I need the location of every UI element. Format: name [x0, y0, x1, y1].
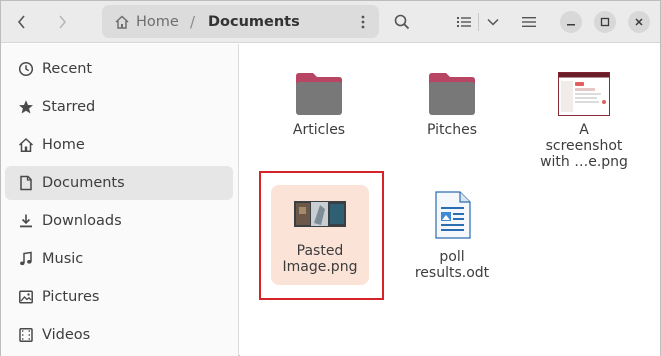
sidebar-item-home[interactable]: Home: [5, 128, 233, 162]
file-item-screenshot-png[interactable]: A screenshot with …e.png: [529, 72, 639, 170]
view-options-button[interactable]: [478, 7, 507, 37]
download-icon: [17, 212, 35, 230]
sidebar-item-recent[interactable]: Recent: [5, 52, 233, 86]
sidebar-item-pictures[interactable]: Pictures: [5, 280, 233, 314]
sidebar-item-starred[interactable]: Starred: [5, 90, 233, 124]
close-button[interactable]: [628, 11, 650, 33]
path-current-folder[interactable]: Documents: [208, 5, 300, 38]
sidebar-item-label: Home: [42, 137, 85, 153]
sidebar-item-downloads[interactable]: Downloads: [5, 204, 233, 238]
list-view-icon: [456, 17, 471, 27]
file-name-line: screenshot: [545, 138, 623, 154]
sidebar-item-label: Downloads: [42, 213, 122, 229]
sidebar-item-label: Videos: [42, 327, 91, 343]
home-icon: [17, 136, 35, 154]
minimize-button[interactable]: [560, 11, 582, 33]
maximize-button[interactable]: [594, 11, 616, 33]
path-home-button[interactable]: Home: [114, 5, 179, 38]
path-menu-button[interactable]: [352, 5, 374, 38]
path-bar: Home / Documents: [102, 5, 379, 38]
path-separator: /: [190, 12, 196, 31]
home-icon: [115, 14, 129, 29]
file-name-line: Articles: [292, 122, 346, 138]
image-thumbnail-icon: [558, 72, 610, 116]
file-name-line: Pitches: [427, 122, 477, 138]
close-icon: [635, 18, 643, 26]
file-name: Pitches: [427, 122, 477, 138]
music-note-icon: [17, 250, 35, 268]
file-name-line: with …e.png: [540, 154, 628, 170]
search-icon: [394, 14, 410, 30]
back-button[interactable]: [7, 7, 37, 37]
document-icon: [17, 174, 35, 192]
star-icon: [17, 98, 35, 116]
view-toggle-group: [449, 7, 507, 37]
folder-icon: [296, 73, 342, 115]
file-name-line: A: [579, 122, 589, 138]
sidebar-item-label: Music: [42, 251, 84, 267]
picture-icon: [17, 288, 35, 306]
file-item-articles[interactable]: Articles: [264, 72, 374, 138]
maximize-icon: [600, 17, 610, 27]
clock-icon: [17, 60, 35, 78]
sidebar-item-documents[interactable]: Documents: [5, 166, 233, 200]
sidebar-item-label: Pictures: [42, 289, 100, 305]
chevron-left-icon: [17, 15, 25, 29]
search-button[interactable]: [387, 7, 417, 37]
forward-button[interactable]: [47, 7, 77, 37]
sidebar-item-music[interactable]: Music: [5, 242, 233, 276]
minimize-icon: [567, 24, 575, 26]
sidebar-item-label: Documents: [42, 175, 125, 191]
file-name: poll results.odt: [415, 249, 489, 281]
vertical-dots-icon: [361, 15, 365, 28]
main-menu-button[interactable]: [514, 7, 544, 37]
header-bar: Home / Documents: [1, 1, 660, 43]
view-group-divider: [478, 13, 479, 31]
file-manager-window: Home / Documents Recent Starred Home Doc…: [0, 0, 661, 356]
file-name-line: results.odt: [414, 265, 490, 281]
file-name-line: poll: [439, 249, 465, 265]
file-item-poll-results[interactable]: poll results.odt: [397, 191, 507, 281]
file-item-pitches[interactable]: Pitches: [397, 72, 507, 138]
hamburger-menu-icon: [522, 17, 536, 27]
video-icon: [17, 326, 35, 344]
file-name: A screenshot with …e.png: [540, 122, 628, 170]
chevron-down-icon: [486, 18, 499, 26]
document-file-icon: [435, 191, 471, 239]
sidebar-item-label: Starred: [42, 99, 96, 115]
list-view-button[interactable]: [449, 7, 478, 37]
highlight-annotation-box: [259, 171, 384, 300]
sidebar: Recent Starred Home Documents Downloads: [1, 44, 239, 356]
path-home-label: Home: [136, 13, 179, 30]
sidebar-item-label: Recent: [42, 61, 93, 77]
file-name: Articles: [293, 122, 345, 138]
folder-icon: [429, 73, 475, 115]
sidebar-item-videos[interactable]: Videos: [5, 318, 233, 352]
chevron-right-icon: [59, 15, 67, 29]
